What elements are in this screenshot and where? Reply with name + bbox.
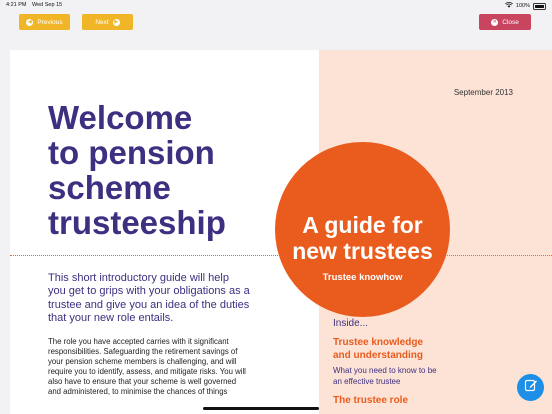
inside-heading: Inside... [333,318,369,329]
body-line: also have to ensure that your scheme is … [48,377,237,386]
body-paragraph: The role you have accepted carries with … [48,337,308,397]
publication-date: September 2013 [453,88,513,97]
topic-knowledge-description: What you need to know to be an effective… [333,365,473,387]
topic-knowledge-heading: Trustee knowledge and understanding [333,337,483,362]
body-line: The role you have accepted carries with … [48,337,229,346]
topic-line: and understanding [333,349,423,361]
topic-role-heading: The trustee role [333,395,483,408]
title-line: to pension [48,134,215,171]
next-label: Next [95,18,109,26]
intro-line: that your new role entails. [48,312,174,325]
title-line: scheme [48,169,171,206]
chevron-right-icon: ▶ [112,18,120,26]
title-line: trusteeship [48,204,226,241]
topic-sub-line: an effective trustee [333,377,401,386]
body-line: responsibilities. Safeguarding the retir… [48,347,238,356]
close-button[interactable]: ✕ Close [479,14,531,30]
toolbar: ◀ Previous Next ▶ ✕ Close [0,10,552,40]
previous-button[interactable]: ◀ Previous [19,14,70,30]
battery-icon [533,2,546,10]
intro-line: This short introductory guide will help [48,272,229,284]
home-indicator[interactable] [203,407,319,410]
badge-subtitle: Trustee knowhow [322,272,403,283]
title-line: Welcome [48,99,193,136]
intro-line: you get to grips with your obligations a… [48,285,250,298]
body-line: and administered, to minimise the chance… [48,387,228,396]
intro-line: trustee and give you an idea of the duti… [48,298,250,311]
guide-badge: A guide for new trustees Trustee knowhow [275,142,450,317]
next-button[interactable]: Next ▶ [82,14,133,30]
wifi-icon [504,2,513,10]
close-icon: ✕ [491,18,499,26]
chevron-left-icon: ◀ [26,18,34,26]
battery-percent: 100% [515,3,530,9]
topic-sub-line: What you need to know to be [333,366,437,375]
intro-paragraph: This short introductory guide will help … [48,272,298,326]
body-line: your pension scheme members is challengi… [48,357,237,366]
body-line: require you to identify, assess, and mit… [48,367,246,376]
edit-note-icon [524,378,538,397]
topic-line: Trustee knowledge [333,337,424,348]
badge-line-2: new trustees [292,238,433,264]
annotate-button[interactable] [517,374,544,401]
status-date: Wed Sep 15 [32,2,63,8]
close-label: Close [502,18,519,26]
page-title: Welcome to pension scheme trusteeship [48,100,308,240]
badge-line-1: A guide for [302,212,423,238]
topic-line: The trustee role [333,395,409,406]
previous-label: Previous [37,18,63,26]
status-time: 4:21 PM [6,2,27,8]
status-bar: 4:21 PM Wed Sep 15 100% [0,0,552,10]
document-page[interactable]: September 2013 Welcome to pension scheme… [10,50,552,414]
